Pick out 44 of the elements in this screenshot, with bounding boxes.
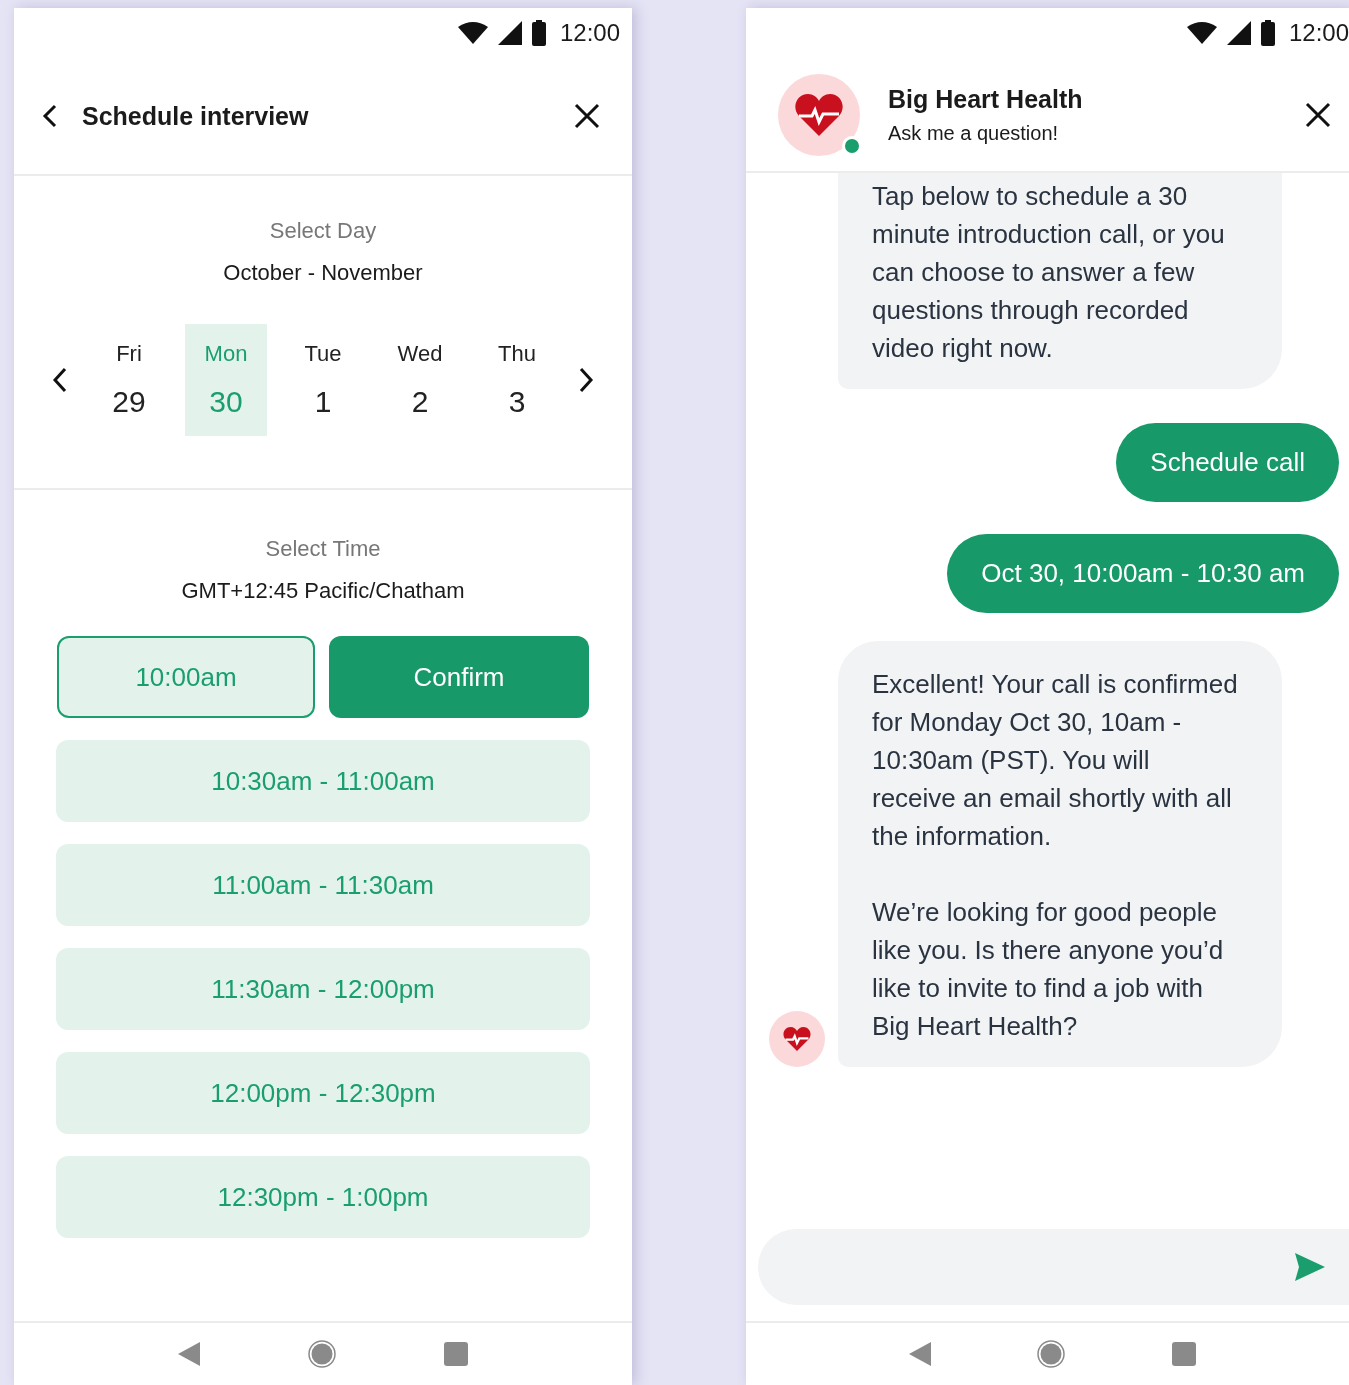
message-input[interactable] xyxy=(758,1229,1349,1305)
day-option[interactable]: Thu 3 xyxy=(476,324,558,436)
section-label: Select Time xyxy=(265,536,381,562)
time-slot[interactable]: 12:30pm - 1:00pm xyxy=(56,1156,590,1238)
confirm-button[interactable]: Confirm xyxy=(329,636,589,718)
time-slot[interactable]: 10:30am - 11:00am xyxy=(56,740,590,822)
heart-icon xyxy=(795,93,843,136)
close-icon[interactable] xyxy=(1305,101,1331,128)
signal-icon xyxy=(497,21,522,45)
previous-icon[interactable] xyxy=(52,367,68,393)
wifi-icon xyxy=(457,22,488,44)
day-option[interactable]: Tue 1 xyxy=(282,324,364,436)
screen-title: Schedule interview xyxy=(82,101,310,131)
status-time: 12:00 xyxy=(559,19,620,47)
signal-icon xyxy=(1226,21,1251,45)
user-message: Schedule call xyxy=(1116,423,1339,502)
selected-time-slot[interactable]: 10:00am xyxy=(57,636,315,718)
home-nav-icon[interactable] xyxy=(308,1340,336,1368)
bot-message: Excellent! Your call is confirmed for Monday Oct 30, 10am - 10:30am (PST). You will receive an email shortly with all the information. We’re looking for good people like you. Is there anyone you’d like to invite to find a job with Big Heart Health? xyxy=(838,641,1282,1067)
timezone-label: GMT+12:45 Pacific/Chatham xyxy=(181,578,465,604)
wifi-icon xyxy=(1186,22,1217,44)
next-icon[interactable] xyxy=(578,367,594,393)
day-option[interactable]: Mon 30 xyxy=(185,324,267,436)
close-icon[interactable] xyxy=(574,103,600,129)
send-icon[interactable] xyxy=(1295,1253,1325,1281)
bot-message: Tap below to schedule a 30 minute introduction call, or you can choose to answer a few questions through recorded video right now. xyxy=(838,173,1282,389)
time-slot[interactable]: 11:30am - 12:00pm xyxy=(56,948,590,1030)
back-nav-icon[interactable] xyxy=(178,1342,200,1366)
day-option[interactable]: Wed 2 xyxy=(379,324,461,436)
back-icon[interactable] xyxy=(42,104,58,128)
home-nav-icon[interactable] xyxy=(1037,1340,1066,1368)
chat-name: Big Heart Health xyxy=(888,84,1084,114)
time-slot[interactable]: 11:00am - 11:30am xyxy=(56,844,590,926)
section-label: Select Day xyxy=(269,218,377,244)
time-slot[interactable]: 12:00pm - 12:30pm xyxy=(56,1052,590,1134)
chat-subtitle: Ask me a question! xyxy=(888,121,1060,145)
battery-icon xyxy=(1260,20,1275,46)
back-nav-icon[interactable] xyxy=(909,1342,932,1366)
day-option[interactable]: Fri 29 xyxy=(88,324,170,436)
month-range: October - November xyxy=(223,260,423,286)
user-message: Oct 30, 10:00am - 10:30 am xyxy=(947,534,1339,613)
battery-icon xyxy=(531,20,546,46)
status-time: 12:00 xyxy=(1288,19,1349,47)
recents-nav-icon[interactable] xyxy=(1171,1342,1196,1366)
